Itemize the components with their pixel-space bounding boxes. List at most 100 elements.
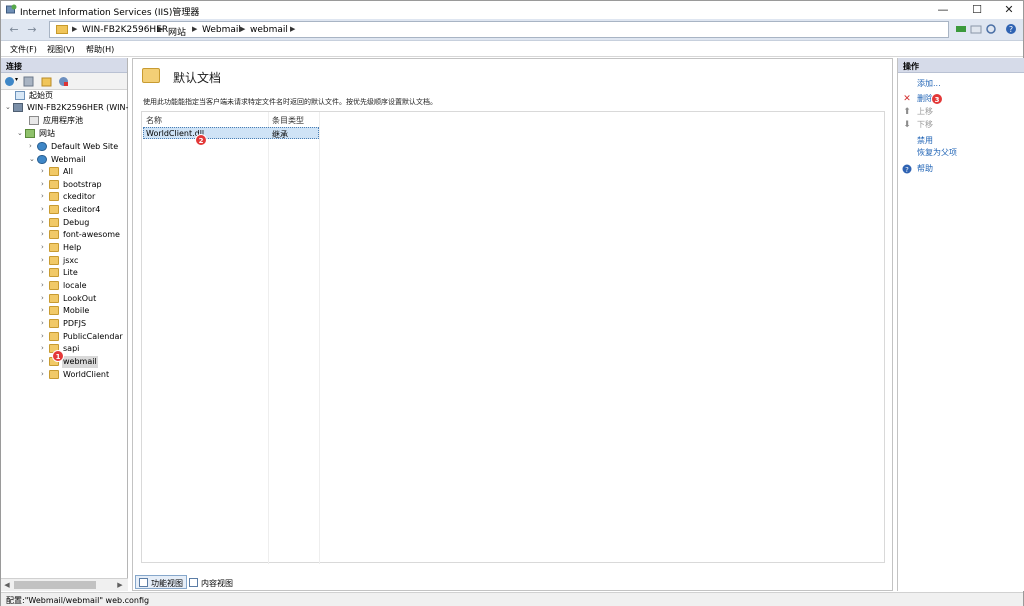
save-icon[interactable]: [23, 76, 34, 87]
close-button[interactable]: ✕: [993, 1, 1024, 19]
chevron-down-icon[interactable]: ▾: [15, 76, 18, 83]
chevron-right-icon[interactable]: ›: [41, 294, 44, 302]
menu-view[interactable]: 视图(V): [47, 44, 75, 55]
connections-tree: 起始页 ⌄ WIN-FB2K2596HER (WIN-F 应用程序池 ⌄ 网站 …: [1, 90, 128, 578]
tree-item-default-web-site[interactable]: › Default Web Site: [29, 141, 125, 153]
scroll-right-icon[interactable]: ▶: [114, 579, 126, 592]
tree-item-folder[interactable]: › All: [41, 166, 125, 178]
tab-features-view[interactable]: 功能视图: [135, 575, 187, 589]
tree-item-start-page[interactable]: 起始页: [7, 90, 125, 102]
page-title: 默认文档: [173, 71, 222, 85]
default-document-icon: [142, 68, 160, 83]
chevron-right-icon[interactable]: ›: [41, 167, 44, 175]
tree-item-folder[interactable]: › bootstrap: [41, 179, 125, 191]
help-icon[interactable]: ?: [1005, 23, 1017, 35]
connect-icon[interactable]: [955, 23, 967, 35]
breadcrumb-sites[interactable]: 网站: [168, 25, 186, 38]
chevron-down-icon[interactable]: ⌄: [17, 129, 23, 137]
chevron-right-icon[interactable]: ›: [41, 306, 44, 314]
folder-icon: [49, 180, 59, 189]
horizontal-scrollbar[interactable]: ◀ ▶: [1, 578, 128, 591]
tree-item-folder[interactable]: › Debug: [41, 217, 125, 229]
content-view-icon: [189, 578, 198, 587]
feature-description: 使用此功能能指定当客户端未请求特定文件名时返回的默认文件。按优先级顺序设置默认文…: [143, 98, 437, 106]
tree-item-folder[interactable]: › font-awesome: [41, 229, 125, 241]
action-label: 禁用: [917, 136, 933, 145]
refresh-icon[interactable]: [985, 23, 997, 35]
scrollbar-thumb[interactable]: [14, 581, 96, 589]
chevron-right-icon[interactable]: ›: [41, 192, 44, 200]
maximize-button[interactable]: ☐: [961, 1, 993, 19]
scroll-left-icon[interactable]: ◀: [1, 579, 13, 592]
chevron-right-icon[interactable]: ›: [41, 205, 44, 213]
chevron-right-icon: ▶: [240, 25, 246, 33]
tree-item-folder[interactable]: › ckeditor: [41, 191, 125, 203]
up-level-icon[interactable]: [41, 76, 52, 87]
breadcrumb[interactable]: ▶ WIN-FB2K2596HER ▶ 网站 ▶ Webmail ▶ webma…: [49, 21, 949, 38]
folder-icon: [56, 25, 68, 34]
tab-content-view[interactable]: 内容视图: [185, 575, 237, 589]
svg-text:?: ?: [905, 166, 909, 174]
folder-icon: [49, 294, 59, 303]
folder-icon: [49, 268, 59, 277]
chevron-right-icon[interactable]: ›: [41, 230, 44, 238]
tree-item-folder[interactable]: › Help: [41, 242, 125, 254]
forward-arrow-icon[interactable]: →: [24, 22, 40, 38]
chevron-right-icon[interactable]: ›: [41, 218, 44, 226]
chevron-right-icon[interactable]: ›: [41, 256, 44, 264]
tree-item-folder[interactable]: › WorldClient: [41, 369, 125, 381]
minimize-button[interactable]: —: [927, 1, 959, 19]
tree-item-folder[interactable]: › LookOut: [41, 293, 125, 305]
tree-item-webmail-site[interactable]: ⌄ Webmail: [29, 154, 125, 166]
tree-item-folder[interactable]: › Mobile: [41, 305, 125, 317]
action-label: 下移: [917, 120, 933, 129]
tree-item-app-pools[interactable]: 应用程序池: [21, 115, 125, 127]
menu-help[interactable]: 帮助(H): [86, 44, 114, 55]
breadcrumb-webmail-site[interactable]: Webmail: [202, 25, 241, 35]
connections-toolbar: ▾: [1, 73, 127, 90]
action-label: 添加...: [917, 79, 941, 88]
column-header-entry-type[interactable]: 条目类型: [272, 115, 304, 126]
chevron-right-icon[interactable]: ›: [29, 142, 32, 150]
folder-icon: [49, 332, 59, 341]
column-header-name[interactable]: 名称: [146, 115, 162, 126]
chevron-right-icon[interactable]: ›: [41, 357, 44, 365]
chevron-down-icon[interactable]: ⌄: [29, 155, 35, 163]
action-label: 恢复为父项: [917, 148, 957, 157]
chevron-right-icon[interactable]: ›: [41, 243, 44, 251]
disconnect-icon[interactable]: [58, 76, 69, 87]
back-arrow-icon[interactable]: ←: [6, 22, 22, 38]
tree-item-sites[interactable]: ⌄ 网站: [17, 128, 125, 140]
menu-bar: 文件(F) 视图(V) 帮助(H): [1, 41, 1023, 57]
chevron-right-icon[interactable]: ›: [41, 180, 44, 188]
tree-item-label: jsxc: [63, 256, 79, 265]
chevron-right-icon[interactable]: ›: [41, 370, 44, 378]
svg-text:?: ?: [1009, 25, 1013, 34]
breadcrumb-server[interactable]: WIN-FB2K2596HER: [82, 25, 168, 35]
chevron-right-icon[interactable]: ›: [41, 268, 44, 276]
step-marker-1: 1: [52, 350, 64, 362]
tree-item-folder[interactable]: › PDFJS: [41, 318, 125, 330]
connect-globe-icon[interactable]: [4, 76, 15, 87]
tree-item-label: Webmail: [51, 155, 86, 164]
tree-item-server[interactable]: ⌄ WIN-FB2K2596HER (WIN-F: [5, 102, 128, 114]
connections-panel: 连接 ▾ 起始页 ⌄ WIN-FB2K2596HER (WIN-F 应用程序池: [1, 58, 128, 591]
tree-item-label: 网站: [39, 129, 55, 138]
tree-item-folder[interactable]: › Lite: [41, 267, 125, 279]
chevron-right-icon[interactable]: ›: [41, 281, 44, 289]
mail-icon[interactable]: [970, 23, 982, 35]
status-text: 配置:"Webmail/webmail" web.config: [6, 596, 150, 605]
tree-item-label: WIN-FB2K2596HER (WIN-F: [27, 103, 128, 112]
tree-item-folder[interactable]: › locale: [41, 280, 125, 292]
chevron-right-icon[interactable]: ›: [41, 344, 44, 352]
breadcrumb-webmail-folder[interactable]: webmail: [250, 25, 288, 35]
tree-item-folder[interactable]: › PublicCalendar: [41, 331, 125, 343]
chevron-right-icon[interactable]: ›: [41, 319, 44, 327]
chevron-right-icon[interactable]: ›: [41, 332, 44, 340]
chevron-down-icon[interactable]: ⌄: [5, 103, 11, 111]
table-row[interactable]: WorldClient.dll 继承: [143, 127, 319, 139]
tree-item-folder[interactable]: › jsxc: [41, 255, 125, 267]
menu-file[interactable]: 文件(F): [10, 44, 37, 55]
column-divider: [268, 112, 269, 564]
tree-item-folder[interactable]: › ckeditor4: [41, 204, 125, 216]
